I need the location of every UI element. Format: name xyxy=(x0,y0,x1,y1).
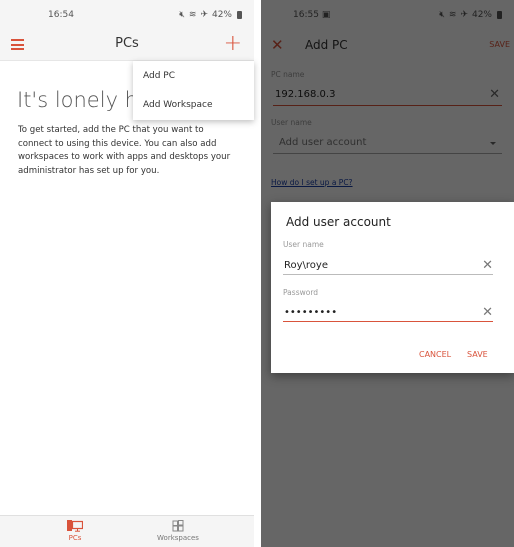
page-title: PCs xyxy=(115,36,139,51)
nav-tab-workspaces[interactable]: Workspaces xyxy=(148,520,208,542)
workspaces-grid-icon xyxy=(172,520,184,532)
dialog-title: Add user account xyxy=(286,215,391,229)
password-input[interactable]: ••••••••• ✕ xyxy=(283,304,493,322)
status-time: 16:54 xyxy=(48,10,74,20)
clear-icon[interactable]: ✕ xyxy=(482,304,493,321)
clear-icon[interactable]: ✕ xyxy=(482,257,493,274)
password-label: Password xyxy=(283,288,319,297)
airplane-icon: ✈︎ xyxy=(200,10,208,20)
username-label: User name xyxy=(283,240,324,249)
status-bar: 16:54 🔇︎ ≋ ✈︎ 42% xyxy=(0,0,254,30)
pc-monitor-icon xyxy=(67,520,83,532)
bottom-nav: PCs Workspaces xyxy=(0,515,254,547)
mute-icon: 🔇︎ xyxy=(179,10,185,20)
battery-percent: 42% xyxy=(211,10,232,20)
add-plus-icon[interactable]: + xyxy=(224,32,242,56)
app-bar: PCs + xyxy=(0,30,254,61)
nav-tab-label: Workspaces xyxy=(157,534,199,542)
wifi-icon: ≋ xyxy=(188,10,197,20)
username-value: Roy\roye xyxy=(284,260,328,271)
cancel-button[interactable]: CANCEL xyxy=(419,350,451,359)
menu-item-add-pc[interactable]: Add PC xyxy=(133,61,254,91)
add-dropdown-menu: Add PC Add Workspace xyxy=(133,61,254,120)
left-screen: 16:54 🔇︎ ≋ ✈︎ 42% PCs + It's lonely he T… xyxy=(0,0,254,547)
menu-item-add-workspace[interactable]: Add Workspace xyxy=(133,91,254,121)
status-icons: 🔇︎ ≋ ✈︎ 42% xyxy=(179,10,242,20)
right-screen: 16:55 ▣ 🔇︎ ≋ ✈︎ 42% ✕ Add PC SAVE PC nam… xyxy=(261,0,514,547)
password-value: ••••••••• xyxy=(284,307,338,318)
dialog-save-button[interactable]: SAVE xyxy=(467,350,488,359)
nav-tab-pcs[interactable]: PCs xyxy=(45,520,105,542)
add-user-account-dialog: Add user account User name Roy\roye ✕ Pa… xyxy=(271,202,514,373)
empty-state-title: It's lonely he xyxy=(17,88,151,112)
username-input[interactable]: Roy\roye ✕ xyxy=(283,257,493,275)
nav-tab-label: PCs xyxy=(68,534,82,542)
battery-icon xyxy=(237,11,242,19)
empty-state-description: To get started, add the PC that you want… xyxy=(18,125,231,176)
